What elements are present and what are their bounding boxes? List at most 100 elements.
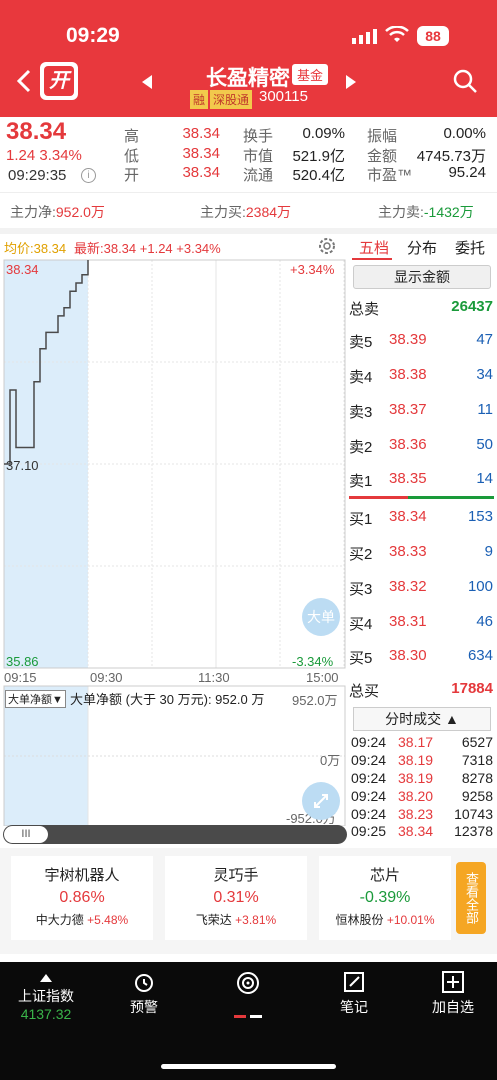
open-label: 开	[124, 167, 140, 184]
tab-five-levels[interactable]: 五档	[359, 237, 389, 258]
battery-icon: 88	[417, 26, 449, 46]
signal-icon	[352, 29, 377, 44]
ask-row[interactable]: 卖3 38.37 11	[349, 401, 497, 421]
tab-distribution[interactable]: 分布	[407, 237, 437, 258]
pct-bottom-label: -3.34%	[292, 654, 334, 669]
tick-price: 38.34	[398, 823, 434, 839]
high-value: 38.34	[182, 125, 220, 142]
tick-time: 09:24	[351, 770, 387, 786]
main-net-flow: 主力净:952.0万	[10, 202, 105, 222]
index-ticker[interactable]: 上证指数 4137.32	[14, 970, 78, 1022]
tab-orders[interactable]: 委托	[455, 237, 485, 258]
bid-row[interactable]: 买5 38.30 634	[349, 647, 497, 667]
ask-row[interactable]: 卖5 38.39 47	[349, 331, 497, 351]
ask-volume: 11	[477, 401, 493, 418]
tick-volume: 8278	[461, 770, 493, 786]
total-sell-label: 总卖	[349, 301, 380, 318]
ticks-header-button[interactable]: 分时成交 ▲	[353, 707, 491, 731]
turnover-label: 换手	[243, 128, 274, 145]
scroll-thumb[interactable]: III	[4, 826, 48, 843]
time-tick-1130: 11:30	[198, 670, 230, 685]
total-sell-value: 26437	[451, 298, 493, 315]
sector-name: 宇树机器人	[44, 867, 120, 884]
ask-price: 38.37	[389, 401, 427, 418]
ask-volume: 50	[476, 436, 493, 453]
expand-icon[interactable]	[302, 782, 340, 820]
sell-label: 主力卖:	[378, 204, 424, 220]
buy-value: 2384万	[245, 204, 292, 220]
ask-label: 卖5	[349, 334, 373, 351]
tick-price: 38.23	[398, 806, 434, 822]
turnover-value: 0.09%	[302, 125, 345, 142]
ask-price: 38.39	[389, 331, 427, 348]
tick-volume: 12378	[454, 823, 493, 839]
ask-row[interactable]: 卖2 38.36 50	[349, 436, 497, 456]
page-dot	[249, 1015, 262, 1018]
gear-icon[interactable]	[317, 236, 337, 256]
fund-tag[interactable]: 基金	[292, 64, 329, 85]
back-arrow-icon[interactable]	[14, 68, 34, 94]
notes-button[interactable]: 笔记	[332, 970, 376, 1017]
tick-price: 38.19	[398, 752, 434, 768]
main-buy-flow: 主力买:2384万	[200, 202, 291, 222]
shenzhen-connect-tag: 深股通	[210, 90, 253, 109]
ask-row[interactable]: 卖1 38.35 14	[349, 470, 497, 490]
bid-row[interactable]: 买2 38.33 9	[349, 543, 497, 563]
target-icon	[237, 972, 259, 994]
sector-card[interactable]: 宇树机器人 0.86% 中大力德 +5.48%	[11, 856, 153, 940]
leader-change: +5.48%	[87, 913, 129, 927]
search-icon[interactable]	[452, 68, 478, 94]
quote-time: 09:29:35	[8, 167, 67, 184]
bottom-nav: 上证指数 4137.32 预警 笔记 加自选	[0, 962, 497, 1080]
y-bottom-label: 35.86	[6, 654, 39, 669]
sector-leader: 中大力德 +5.48%	[11, 911, 153, 928]
amplitude-value: 0.00%	[443, 125, 486, 142]
tick-volume: 7318	[461, 752, 493, 768]
add-watchlist-button[interactable]: 加自选	[428, 970, 478, 1017]
big-order-button[interactable]: 大单	[302, 598, 340, 636]
tick-price: 38.19	[398, 770, 434, 786]
sector-card[interactable]: 芯片 -0.39% 恒林股份 +10.01%	[319, 856, 451, 940]
order-book-tabs: 五档 分布 委托	[349, 234, 497, 260]
time-tick-1500: 15:00	[306, 670, 339, 685]
ask-row[interactable]: 卖4 38.38 34	[349, 366, 497, 386]
open-account-button[interactable]: 开	[40, 62, 78, 100]
sector-card[interactable]: 灵巧手 0.31% 飞荣达 +3.81%	[165, 856, 307, 940]
sell-value: -1432万	[423, 204, 474, 220]
next-stock-icon[interactable]	[344, 74, 358, 90]
view-all-button[interactable]: 查看全部	[456, 862, 486, 934]
bid-price: 38.30	[389, 647, 427, 664]
bid-row[interactable]: 买1 38.34 153	[349, 508, 497, 528]
total-buy-row: 总买 17884	[349, 680, 497, 700]
tick-row: 09:24 38.23 10743	[351, 806, 495, 823]
sub-indicator-select[interactable]: 大单净额▼	[5, 690, 66, 708]
target-button[interactable]	[226, 970, 270, 1021]
index-name: 上证指数	[18, 988, 74, 1004]
page-dot-active	[234, 1015, 247, 1018]
leader-name: 恒林股份	[335, 913, 384, 927]
notes-label: 笔记	[340, 999, 368, 1015]
leader-name: 飞荣达	[195, 913, 232, 927]
sector-change: -0.39%	[359, 889, 411, 906]
sector-name: 灵巧手	[213, 867, 259, 884]
ask-volume: 34	[476, 366, 493, 383]
bid-price: 38.31	[389, 613, 427, 630]
bid-row[interactable]: 买4 38.31 46	[349, 613, 497, 633]
tick-volume: 9258	[461, 788, 493, 804]
chart-scrollbar[interactable]: III	[3, 825, 347, 844]
show-amount-button[interactable]: 显示金额	[353, 265, 491, 289]
sector-leader: 恒林股份 +10.01%	[319, 911, 451, 928]
prev-stock-icon[interactable]	[140, 74, 154, 90]
bid-volume: 46	[476, 613, 493, 630]
y-mid-label: 37.10	[6, 458, 39, 473]
bid-row[interactable]: 买3 38.32 100	[349, 578, 497, 598]
sector-change: 0.86%	[59, 889, 105, 906]
bid-label: 买4	[349, 616, 373, 633]
tick-time: 09:25	[351, 823, 387, 839]
alert-button[interactable]: 预警	[122, 970, 166, 1017]
info-icon[interactable]: i	[81, 168, 96, 183]
intraday-chart[interactable]	[0, 256, 347, 826]
ask-price: 38.36	[389, 436, 427, 453]
bid-price: 38.34	[389, 508, 427, 525]
bid-volume: 100	[467, 578, 493, 595]
